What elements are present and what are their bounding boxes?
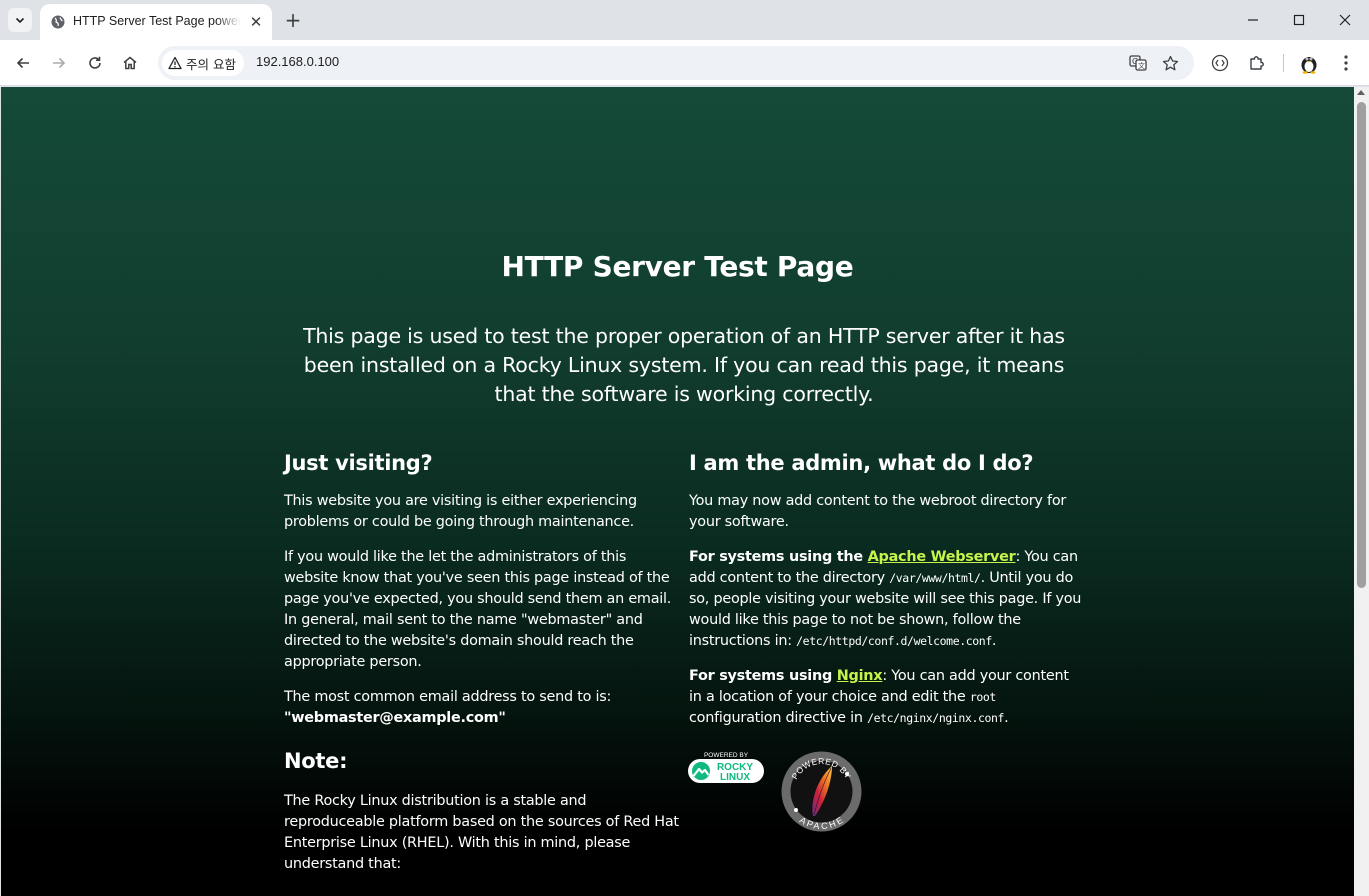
new-tab-button[interactable]: + (282, 8, 304, 32)
active-tab[interactable]: HTTP Server Test Page powered by Rocky L… (40, 4, 272, 40)
page-scrollbar[interactable] (1354, 87, 1369, 896)
note-paragraph: The Rocky Linux distribution is a stable… (284, 793, 679, 872)
globe-icon (51, 15, 65, 29)
apache-path-html: /var/www/html/ (889, 571, 981, 585)
home-icon (123, 56, 137, 70)
kebab-menu-icon (1344, 55, 1348, 71)
page-title: HTTP Server Test Page (501, 250, 854, 283)
intro-text: This page is used to test the proper ope… (303, 324, 1065, 406)
translate-button[interactable]: G文 (1128, 53, 1148, 73)
page-viewport: HTTP Server Test Page This page is used … (1, 87, 1354, 896)
visitor-heading: Just visiting? (284, 451, 433, 475)
nginx-text-3: . (1004, 710, 1009, 726)
maximize-icon (1293, 14, 1305, 26)
url-text[interactable]: 192.168.0.100 (256, 54, 339, 69)
maximize-button[interactable] (1285, 6, 1313, 34)
admin-paragraph-1: You may now add content to the webroot d… (689, 493, 1067, 530)
tab-search-button[interactable] (8, 8, 32, 32)
address-bar[interactable]: 주의 요함 192.168.0.100 G文 (158, 46, 1194, 80)
arrow-left-icon (16, 57, 29, 69)
apache-path-welcome-conf: /etc/httpd/conf.d/welcome.conf (796, 634, 992, 648)
reload-icon (89, 56, 101, 69)
nginx-conf-path: /etc/nginx/nginx.conf (867, 711, 1005, 725)
nginx-text-2: configuration directive in (689, 710, 868, 726)
admin-heading: I am the admin, what do I do? (689, 451, 1034, 475)
note-heading: Note: (284, 749, 348, 773)
apache-lead: For systems using the (689, 549, 868, 565)
puzzle-icon (1250, 56, 1264, 70)
arrow-right-icon (53, 57, 66, 69)
tab-strip: HTTP Server Test Page powered by Rocky L… (0, 0, 1369, 40)
nginx-paragraph: For systems using Nginx: You can add you… (689, 666, 1085, 729)
profile-button[interactable] (1297, 51, 1321, 75)
browser-toolbar: 주의 요함 192.168.0.100 G文 (0, 40, 1369, 86)
close-icon (1339, 14, 1351, 26)
powered-by-rocky-linux-badge[interactable]: POWERED BY ROCKY LINUX (687, 749, 765, 785)
email-lead: The most common email address to send to… (284, 689, 612, 705)
minimize-icon (1248, 19, 1258, 21)
webmaster-email: "webmaster@example.com" (284, 710, 506, 726)
apache-text-3: . (991, 633, 997, 649)
media-button[interactable] (1208, 51, 1232, 75)
translate-icon: G文 (1129, 55, 1147, 71)
visitor-paragraph-2: If you would like the let the administra… (284, 549, 672, 670)
extensions-button[interactable] (1245, 51, 1269, 75)
reload-button[interactable] (81, 49, 109, 77)
powered-by-apache-badge[interactable]: POWERED BY APACHE (780, 750, 863, 833)
back-button[interactable] (9, 49, 37, 77)
home-button[interactable] (116, 49, 144, 77)
security-label: 주의 요함 (186, 56, 236, 72)
nginx-link[interactable]: Nginx (837, 668, 883, 684)
nginx-root-code: root (969, 690, 997, 704)
rocky-badge-line2: LINUX (720, 772, 750, 783)
scrollbar-thumb[interactable] (1357, 102, 1366, 588)
tab-title: HTTP Server Test Page powered by Rocky L… (73, 14, 241, 28)
close-window-button[interactable] (1331, 6, 1359, 34)
avatar (1301, 57, 1317, 74)
toolbar-divider (1283, 54, 1284, 72)
bookmark-button[interactable] (1160, 53, 1180, 73)
apache-paragraph: For systems using the Apache Webserver: … (689, 547, 1085, 652)
close-tab-icon[interactable]: ✕ (246, 12, 266, 32)
forward-button[interactable] (45, 49, 73, 77)
media-icon (1211, 54, 1229, 72)
chevron-down-icon (15, 17, 25, 24)
visitor-paragraph-3: The most common email address to send to… (284, 687, 680, 729)
visitor-paragraph-1: This website you are visiting is either … (284, 493, 637, 530)
warning-icon (168, 56, 182, 70)
security-chip[interactable]: 주의 요함 (162, 50, 244, 76)
svg-text:文: 文 (1138, 61, 1145, 70)
nginx-lead: For systems using (689, 668, 837, 684)
rocky-badge-top-text: POWERED BY (704, 752, 749, 759)
menu-button[interactable] (1334, 51, 1358, 75)
apache-webserver-link[interactable]: Apache Webserver (868, 549, 1016, 565)
scroll-up-arrow-icon[interactable] (1357, 90, 1365, 95)
minimize-button[interactable] (1239, 6, 1267, 34)
visitor-column: Just visiting? This website you are visi… (284, 447, 680, 875)
admin-column: I am the admin, what do I do? You may no… (689, 447, 1085, 729)
star-icon (1162, 55, 1178, 70)
